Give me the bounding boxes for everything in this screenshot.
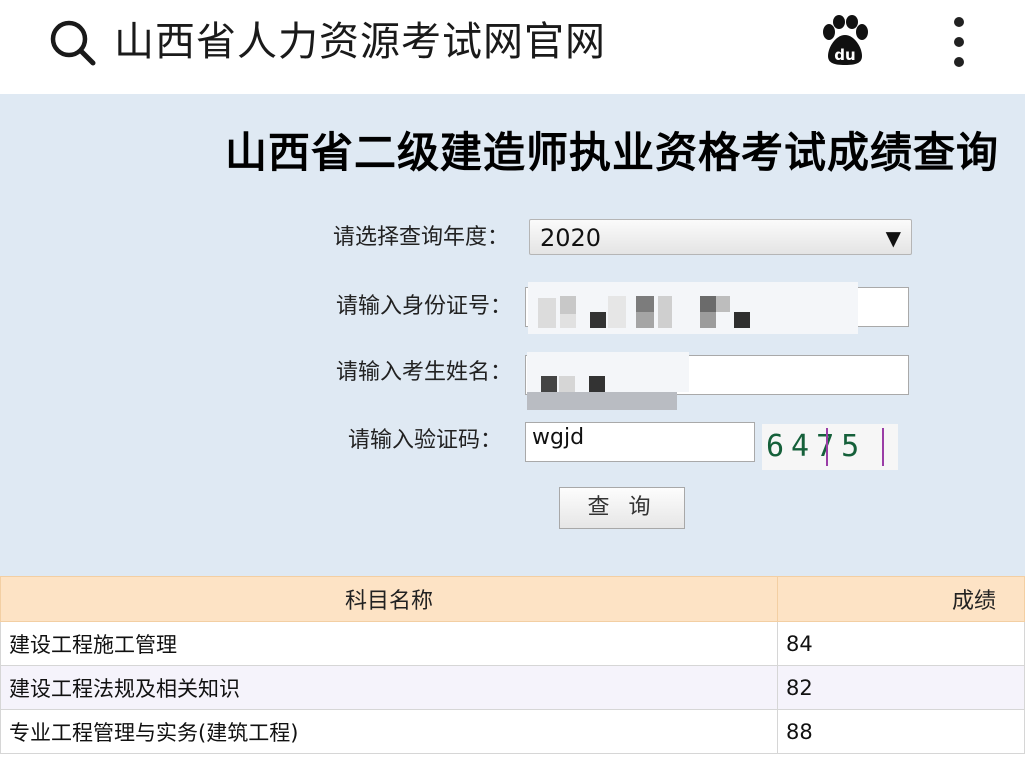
baidu-paw-icon[interactable]: du [820, 15, 870, 67]
browser-top-bar: 山西省人力资源考试网官网 du [0, 0, 1025, 94]
subject-cell: 建设工程法规及相关知识 [0, 665, 778, 710]
captcha-image-text: 6475 [766, 429, 867, 464]
id-number-label: 请输入身份证号： [336, 294, 513, 319]
score-cell: 88 [777, 709, 1025, 754]
svg-text:du: du [834, 46, 855, 64]
table-row: 专业工程管理与实务(建筑工程) 88 [0, 709, 1025, 754]
subject-cell: 专业工程管理与实务(建筑工程) [0, 709, 778, 754]
search-icon[interactable] [48, 18, 98, 68]
page-title: 山西省二级建造师执业资格考试成绩查询 [224, 128, 999, 177]
year-select[interactable]: 2020 ▼ [529, 219, 912, 255]
table-row: 建设工程施工管理 84 [0, 621, 1025, 666]
captcha-noise-line [882, 428, 884, 466]
year-label: 请选择查询年度： [333, 225, 510, 250]
redacted-id-mosaic [528, 282, 858, 334]
captcha-noise-line [826, 428, 828, 466]
name-label: 请输入考生姓名： [336, 360, 513, 385]
captcha-label: 请输入验证码： [348, 428, 503, 453]
redacted-name-mosaic [527, 352, 689, 410]
score-cell: 84 [777, 621, 1025, 666]
table-header-row: 科目名称 成绩 [0, 576, 1025, 622]
subject-cell: 建设工程施工管理 [0, 621, 778, 666]
query-button[interactable]: 查 询 [559, 487, 685, 529]
subject-column-header: 科目名称 [0, 576, 778, 622]
captcha-image[interactable]: 6475 [762, 424, 898, 470]
score-column-header: 成绩 [777, 576, 1025, 622]
year-select-value: 2020 [540, 224, 602, 252]
score-table: 科目名称 成绩 建设工程施工管理 84 建设工程法规及相关知识 82 专业工程管… [0, 576, 1025, 754]
more-vert-icon[interactable] [946, 16, 972, 68]
search-query-text[interactable]: 山西省人力资源考试网官网 [114, 14, 606, 70]
dropdown-arrow-icon: ▼ [885, 226, 901, 250]
table-row: 建设工程法规及相关知识 82 [0, 665, 1025, 710]
captcha-input[interactable]: wgjd [525, 422, 755, 462]
score-cell: 82 [777, 665, 1025, 710]
